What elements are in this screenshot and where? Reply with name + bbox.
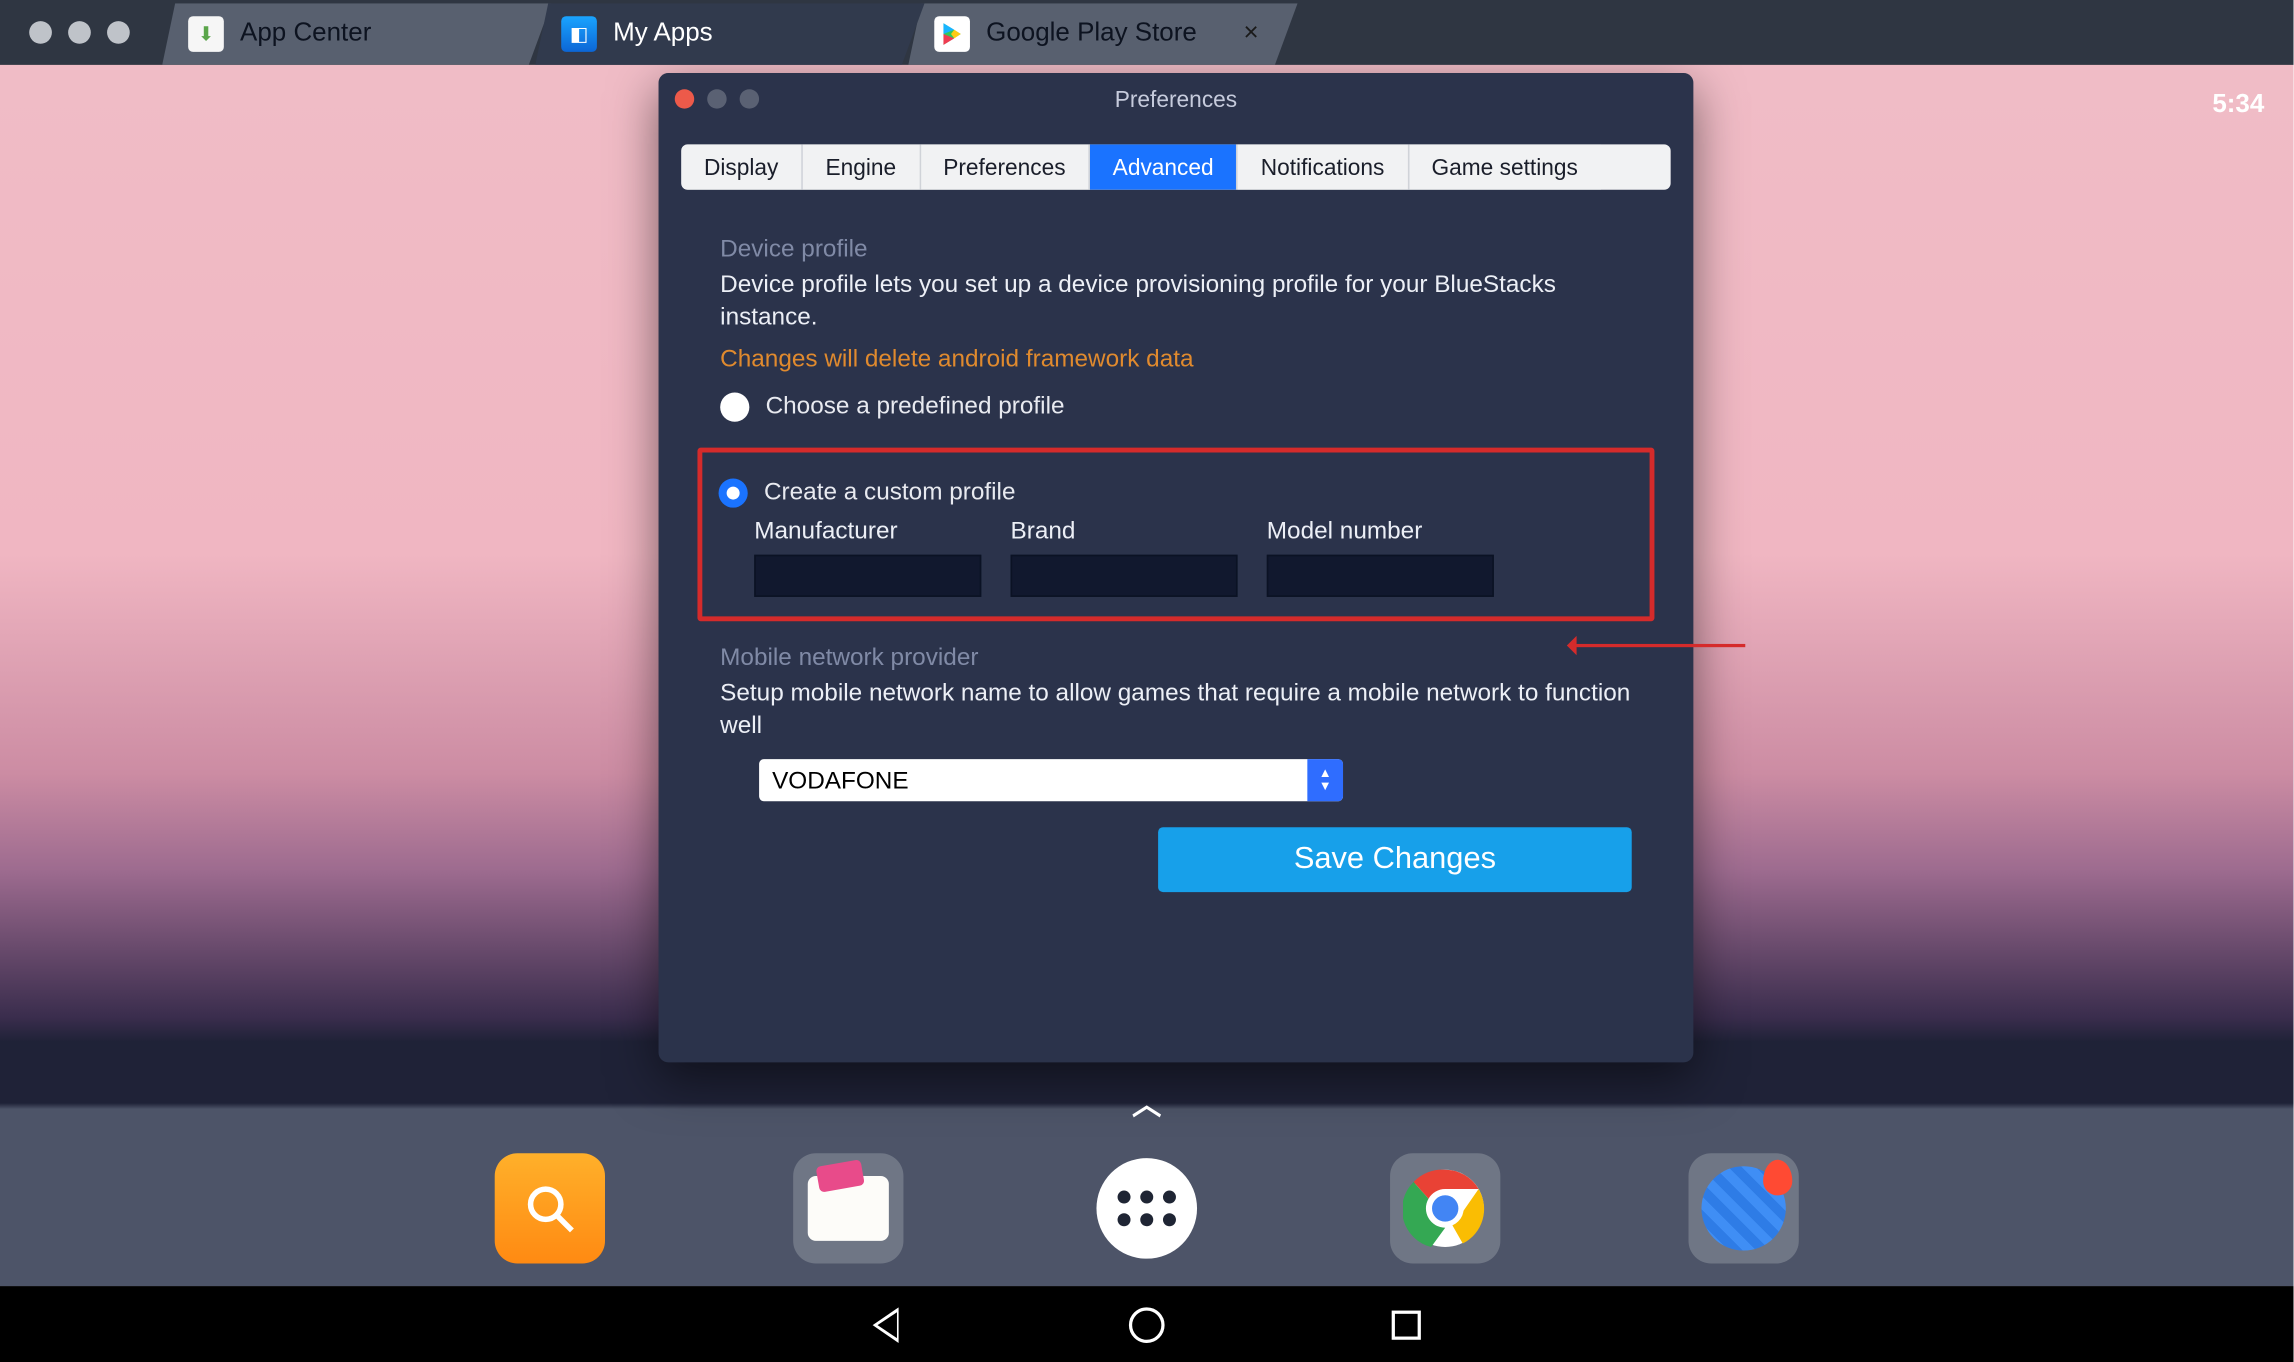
tab-strip: ⬇ App Center ◧ My Apps Google Play Store… [162,0,1281,65]
tab-game-settings[interactable]: Game settings [1409,144,1601,189]
device-profile-warning: Changes will delete android framework da… [720,345,1632,373]
network-description: Setup mobile network name to allow games… [720,677,1632,743]
tab-advanced[interactable]: Advanced [1090,144,1238,189]
close-icon[interactable]: × [1244,19,1259,48]
tab-display[interactable]: Display [681,144,802,189]
window-close-dot[interactable] [29,21,52,44]
save-changes-button[interactable]: Save Changes [1158,827,1632,892]
tab-label: Google Play Store [986,19,1197,48]
dock [0,1131,2294,1287]
radio-predefined-profile[interactable]: Choose a predefined profile [720,392,1632,421]
radio-label: Choose a predefined profile [766,393,1065,421]
preferences-tab-bar: Display Engine Preferences Advanced Noti… [681,144,1670,189]
dock-app-drawer[interactable] [1092,1153,1202,1263]
annotation-arrow [1573,644,1745,647]
window-titlebar: ⬇ App Center ◧ My Apps Google Play Store… [0,0,2294,65]
status-clock: 5:34 [2212,91,2264,120]
window-minimize-dot[interactable] [68,21,91,44]
custom-profile-highlight: Create a custom profile Manufacturer Bra… [697,447,1654,621]
preferences-dialog: Preferences Display Engine Preferences A… [659,73,1694,1062]
appcenter-icon: ⬇ [188,16,224,52]
dock-maps[interactable] [1689,1153,1799,1263]
app-drawer-icon [1096,1158,1197,1259]
nav-home-button[interactable] [1129,1307,1165,1343]
desktop-workspace: 5:34 Preferences Display Engine Preferen… [0,65,2294,1286]
network-provider-select[interactable]: VODAFONE ▲▼ [759,759,1343,801]
window-controls [0,21,130,44]
radio-custom-profile[interactable]: Create a custom profile [719,478,1634,507]
tab-label: My Apps [613,19,713,48]
radio-label: Create a custom profile [764,478,1016,506]
window-zoom-dot[interactable] [107,21,130,44]
tab-label: App Center [240,19,371,48]
manufacturer-label: Manufacturer [754,517,981,545]
nav-recents-button[interactable] [1392,1310,1421,1339]
manufacturer-input[interactable] [754,554,981,596]
radio-icon [720,392,749,421]
device-profile-heading: Device profile [720,235,1632,263]
chrome-icon [1403,1166,1487,1250]
maps-icon [1701,1166,1785,1250]
tab-google-play-store[interactable]: Google Play Store × [908,3,1297,65]
dock-search[interactable] [495,1153,605,1263]
playstore-icon [934,16,970,52]
myapps-icon: ◧ [561,16,597,52]
dialog-titlebar: Preferences [659,73,1694,125]
network-provider-value: VODAFONE [759,759,1343,801]
tab-app-center[interactable]: ⬇ App Center [162,3,551,65]
brand-label: Brand [1011,517,1238,545]
dock-chrome[interactable] [1390,1153,1500,1263]
radio-icon [719,478,748,507]
files-icon [808,1176,889,1241]
network-heading: Mobile network provider [720,643,1632,671]
nav-back-button[interactable] [873,1307,902,1343]
search-icon [522,1181,577,1236]
chevron-up-icon[interactable]: ︿ [1132,1082,1161,1124]
select-arrows-icon: ▲▼ [1307,759,1343,801]
tab-notifications[interactable]: Notifications [1238,144,1409,189]
android-nav-bar [0,1286,2294,1362]
tab-preferences[interactable]: Preferences [920,144,1089,189]
back-icon [873,1307,899,1343]
tab-engine[interactable]: Engine [803,144,921,189]
dock-files[interactable] [793,1153,903,1263]
model-label: Model number [1267,517,1494,545]
tab-my-apps[interactable]: ◧ My Apps [535,3,924,65]
model-input[interactable] [1267,554,1494,596]
brand-input[interactable] [1011,554,1238,596]
dialog-title: Preferences [659,86,1694,112]
device-profile-description: Device profile lets you set up a device … [720,269,1632,335]
